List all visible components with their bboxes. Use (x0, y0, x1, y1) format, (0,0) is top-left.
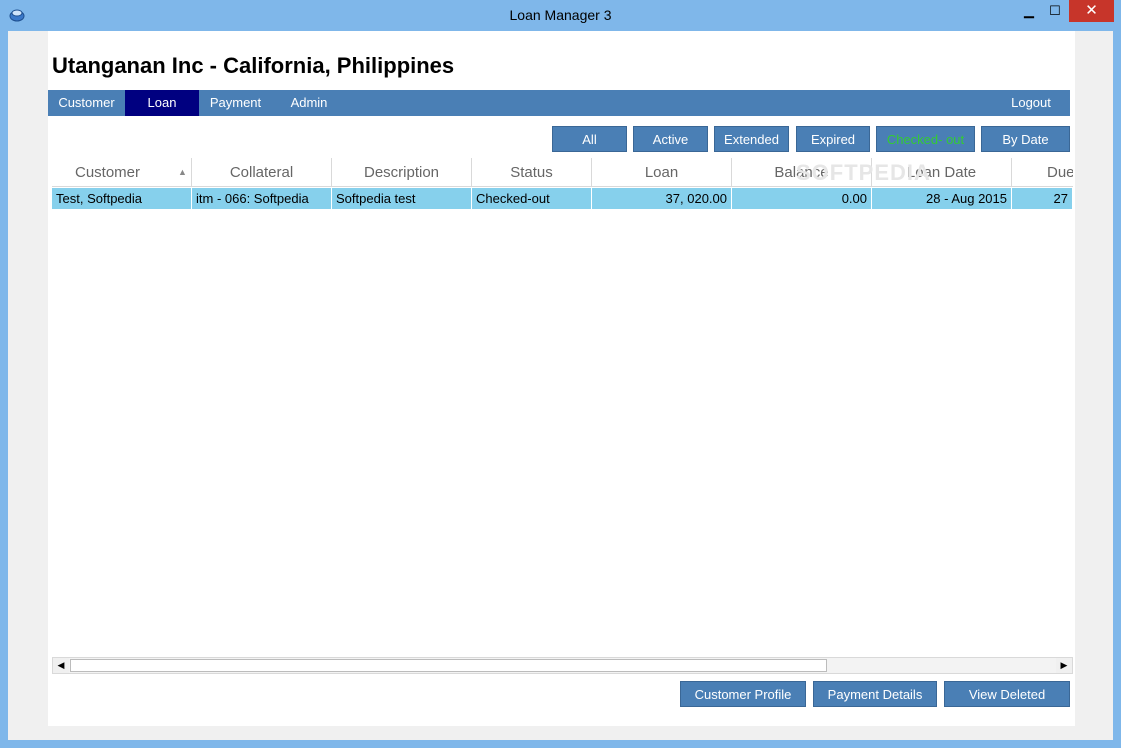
filter-by-date-button[interactable]: By Date (981, 126, 1070, 152)
scroll-thumb[interactable] (70, 659, 827, 672)
cell-customer: Test, Softpedia (52, 188, 192, 209)
close-icon[interactable]: ✕ (1069, 0, 1114, 22)
cell-description: Softpedia test (332, 188, 472, 209)
cell-due: 27 (1012, 188, 1073, 209)
filter-expired-button[interactable]: Expired (796, 126, 870, 152)
sort-ascending-icon: ▲ (178, 167, 187, 177)
watermark: SOFTPEDIA (796, 160, 931, 185)
filter-active-button[interactable]: Active (633, 126, 708, 152)
loan-table[interactable]: Customer ▲ Collateral Description Status… (52, 158, 1073, 656)
nav-item-admin[interactable]: Admin (272, 90, 346, 116)
column-header-loan[interactable]: Loan (592, 158, 732, 187)
title-bar[interactable]: Loan Manager 3 ▁ ☐ ✕ (0, 0, 1121, 31)
table-row[interactable]: Test, Softpedia itm - 066: Softpedia Sof… (52, 188, 1073, 209)
company-title: Utanganan Inc - California, Philippines (52, 53, 455, 78)
column-header-due[interactable]: Due (1012, 158, 1073, 187)
cell-collateral: itm - 066: Softpedia (192, 188, 332, 209)
maximize-icon[interactable]: ☐ (1042, 0, 1068, 22)
payment-details-button[interactable]: Payment Details (813, 681, 937, 707)
cell-loan-date: 28 - Aug 2015 (872, 188, 1012, 209)
nav-item-customer[interactable]: Customer (48, 90, 125, 116)
column-header-status[interactable]: Status (472, 158, 592, 187)
cell-status: Checked-out (472, 188, 592, 209)
horizontal-scrollbar[interactable]: ◀ ▶ (52, 657, 1073, 674)
column-header-collateral[interactable]: Collateral (192, 158, 332, 187)
filter-checked-out-button[interactable]: Checked- out (876, 126, 975, 152)
logout-link[interactable]: Logout (993, 90, 1069, 116)
window-title: Loan Manager 3 (509, 7, 612, 23)
nav-item-loan[interactable]: Loan (125, 90, 199, 116)
minimize-icon[interactable]: ▁ (1016, 0, 1042, 22)
column-header-label: Customer (75, 164, 141, 181)
customer-profile-button[interactable]: Customer Profile (680, 681, 806, 707)
app-window: Loan Manager 3 ▁ ☐ ✕ Utanganan Inc - Cal… (0, 0, 1121, 748)
filter-extended-button[interactable]: Extended (714, 126, 789, 152)
client-area: Utanganan Inc - California, Philippines … (8, 31, 1113, 740)
scroll-left-icon[interactable]: ◀ (53, 658, 69, 673)
cell-balance: 0.00 (732, 188, 872, 209)
scroll-right-icon[interactable]: ▶ (1056, 658, 1072, 673)
cell-loan: 37, 020.00 (592, 188, 732, 209)
column-header-customer[interactable]: Customer ▲ (52, 158, 192, 187)
nav-bar: Customer Loan Payment Admin Logout (48, 90, 1070, 116)
nav-item-payment[interactable]: Payment (199, 90, 272, 116)
column-header-description[interactable]: Description (332, 158, 472, 187)
view-deleted-button[interactable]: View Deleted (944, 681, 1070, 707)
main-panel: Utanganan Inc - California, Philippines … (48, 31, 1075, 726)
filter-all-button[interactable]: All (552, 126, 627, 152)
